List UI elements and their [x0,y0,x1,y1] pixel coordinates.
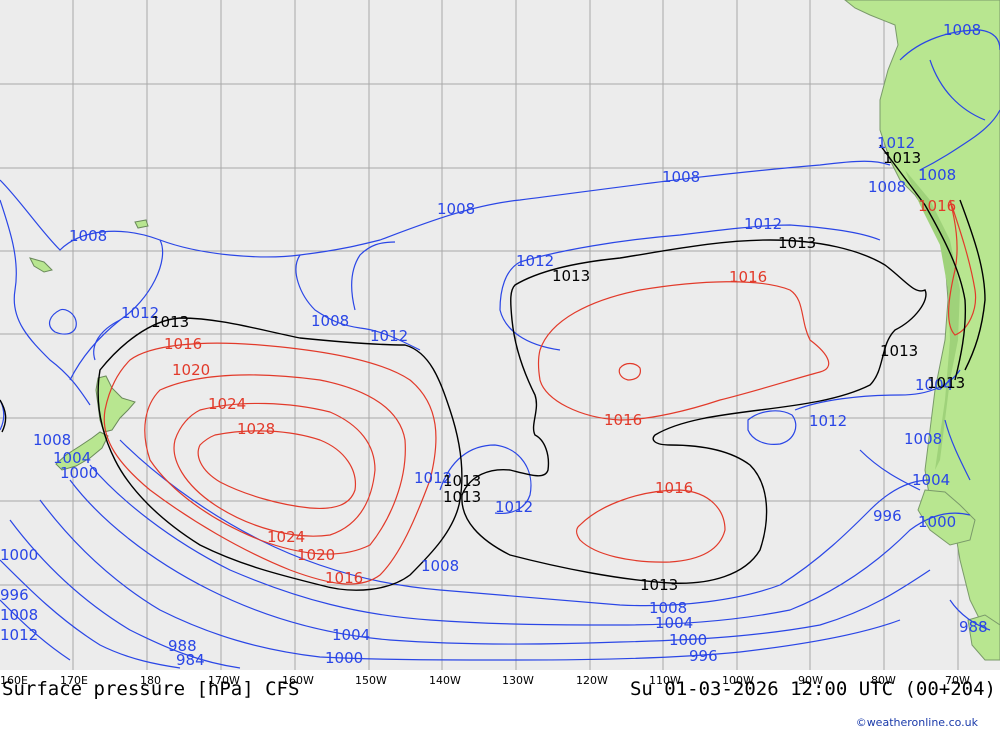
isobar-label: 1016 [164,335,202,353]
footer-bar: 160E 170E 180 170W 160W 150W 140W 130W 1… [0,670,1000,733]
isobar-label: 1004 [912,471,950,489]
isobar-label: 1012 [0,626,38,644]
longitude-tick: 140W [429,674,461,687]
fiji-island-2 [134,219,149,229]
isobar-label: 1013 [443,488,481,506]
isobar-label: 1016 [604,411,642,429]
map-canvas: 1008 1008 1008 1008 1008 1012 1012 1012 … [0,0,1000,670]
isobar-label: 996 [689,647,718,665]
isobar-label: 1008 [918,166,956,184]
forecast-datetime: Su 01-03-2026 12:00 UTC (00+204) [629,678,996,700]
isobar-label: 1008 [943,21,981,39]
map-title: Surface pressure [hPa] CFS [2,678,300,700]
isobar-label: 1028 [237,420,275,438]
fiji-islands [29,257,53,273]
longitude-tick: 130W [502,674,534,687]
longitude-tick: 150W [355,674,387,687]
isobar-label: 988 [959,618,988,636]
isobar-label: 1000 [325,649,363,667]
longitude-tick: 120W [576,674,608,687]
isobar-label: 1016 [655,479,693,497]
isobar-label: 1000 [918,513,956,531]
isobar-label: 1016 [325,569,363,587]
isobar-label: 1013 [880,342,918,360]
isobar-label: 1013 [883,149,921,167]
isobar-label: 1012 [516,252,554,270]
isobars-1013 [0,144,986,591]
isobar-label: 1008 [0,606,38,624]
isobar-label: 1024 [208,395,246,413]
isobar-label: 1008 [437,200,475,218]
isobar-label: 1008 [33,431,71,449]
isobar-label: 1016 [918,197,956,215]
isobar-label: 984 [176,651,205,669]
isobar-label: 1000 [0,546,38,564]
isobar-label: 1012 [809,412,847,430]
isobar-label: 1008 [904,430,942,448]
isobar-label: 1000 [60,464,98,482]
isobar-labels-red: 1016 1020 1024 1028 1024 1020 1016 1016 … [164,197,956,587]
isobar-label: 1008 [868,178,906,196]
isobar-label: 1013 [778,234,816,252]
isobar-label: 1024 [267,528,305,546]
isobar-label: 1013 [552,267,590,285]
isobar-label: 996 [873,507,902,525]
isobar-label: 1016 [729,268,767,286]
isobar-label: 1013 [640,576,678,594]
isobar-label: 1004 [332,626,370,644]
isobar-label: 1020 [172,361,210,379]
isobar-label: 996 [0,586,29,604]
isobar-label: 1013 [151,313,189,331]
weather-map: 1008 1008 1008 1008 1008 1012 1012 1012 … [0,0,1000,670]
isobar-label: 1008 [421,557,459,575]
isobar-label: 1008 [662,168,700,186]
isobar-label: 1012 [744,215,782,233]
isobar-label: 1013 [927,374,965,392]
graticule [0,0,1000,670]
isobars-low [0,29,1000,669]
isobar-label: 1008 [69,227,107,245]
source-credit: ©weatheronline.co.uk [855,716,978,729]
isobar-label: 1012 [495,498,533,516]
isobar-labels-blue: 1008 1008 1008 1008 1008 1012 1012 1012 … [0,21,988,669]
isobar-label: 1004 [655,614,693,632]
isobar-label: 1012 [370,327,408,345]
isobar-label: 1008 [311,312,349,330]
isobar-label: 1020 [297,546,335,564]
south-america-land [844,0,1000,641]
